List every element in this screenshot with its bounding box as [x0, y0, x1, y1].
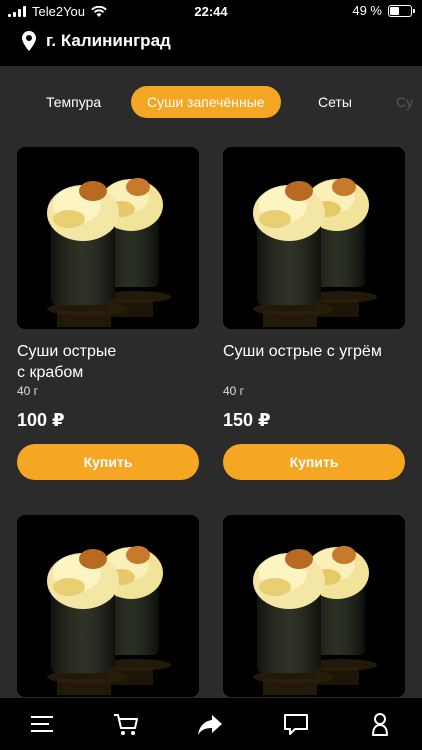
- profile-icon[interactable]: [366, 710, 394, 738]
- tab-baked-sushi[interactable]: Суши запечённые: [131, 86, 281, 118]
- category-tabs: Темпура Суши запечённые Сеты Су: [0, 66, 422, 136]
- city-selector[interactable]: г. Калининград: [22, 31, 171, 51]
- product-price: 100 ₽: [17, 410, 65, 430]
- product-title-line-2: с крабом: [17, 364, 84, 381]
- cart-icon[interactable]: [112, 710, 140, 738]
- status-right: 49 %: [352, 3, 415, 18]
- tab-tempura[interactable]: Темпура: [46, 86, 101, 118]
- product-price: 150 ₽: [223, 410, 271, 430]
- product-title: Суши острые с крабом: [17, 341, 199, 383]
- share-icon[interactable]: [196, 710, 224, 738]
- location-pin-icon: [22, 31, 36, 51]
- battery-fill: [390, 6, 399, 15]
- sushi-image: [253, 178, 377, 327]
- product-image[interactable]: [223, 147, 405, 329]
- chat-icon[interactable]: [282, 710, 310, 738]
- battery-icon: [388, 4, 415, 17]
- top-bar: Tele2You 22:44 49 % г. Калининград: [0, 0, 422, 66]
- product-image[interactable]: [17, 515, 199, 697]
- product-title-line-1: Суши острые с угрём: [223, 343, 382, 360]
- product-image[interactable]: [17, 147, 199, 329]
- sushi-image: [47, 178, 171, 327]
- product-weight: 40 г: [17, 384, 39, 398]
- bottom-navigation: [0, 698, 422, 750]
- product-title: Суши острые с угрём: [223, 341, 405, 362]
- city-label: г. Калининград: [46, 31, 171, 50]
- buy-button[interactable]: Купить: [17, 444, 199, 480]
- product-weight: 40 г: [223, 384, 245, 398]
- status-bar: Tele2You 22:44 49 %: [0, 0, 422, 22]
- sushi-image: [253, 546, 377, 695]
- buy-button[interactable]: Купить: [223, 444, 405, 480]
- tab-next-partial[interactable]: Су: [396, 86, 413, 118]
- sushi-image: [47, 546, 171, 695]
- product-image[interactable]: [223, 515, 405, 697]
- battery-percent: 49 %: [352, 3, 382, 18]
- menu-icon[interactable]: [28, 710, 56, 738]
- product-title-line-1: Суши острые: [17, 343, 117, 360]
- tab-sets[interactable]: Сеты: [318, 86, 352, 118]
